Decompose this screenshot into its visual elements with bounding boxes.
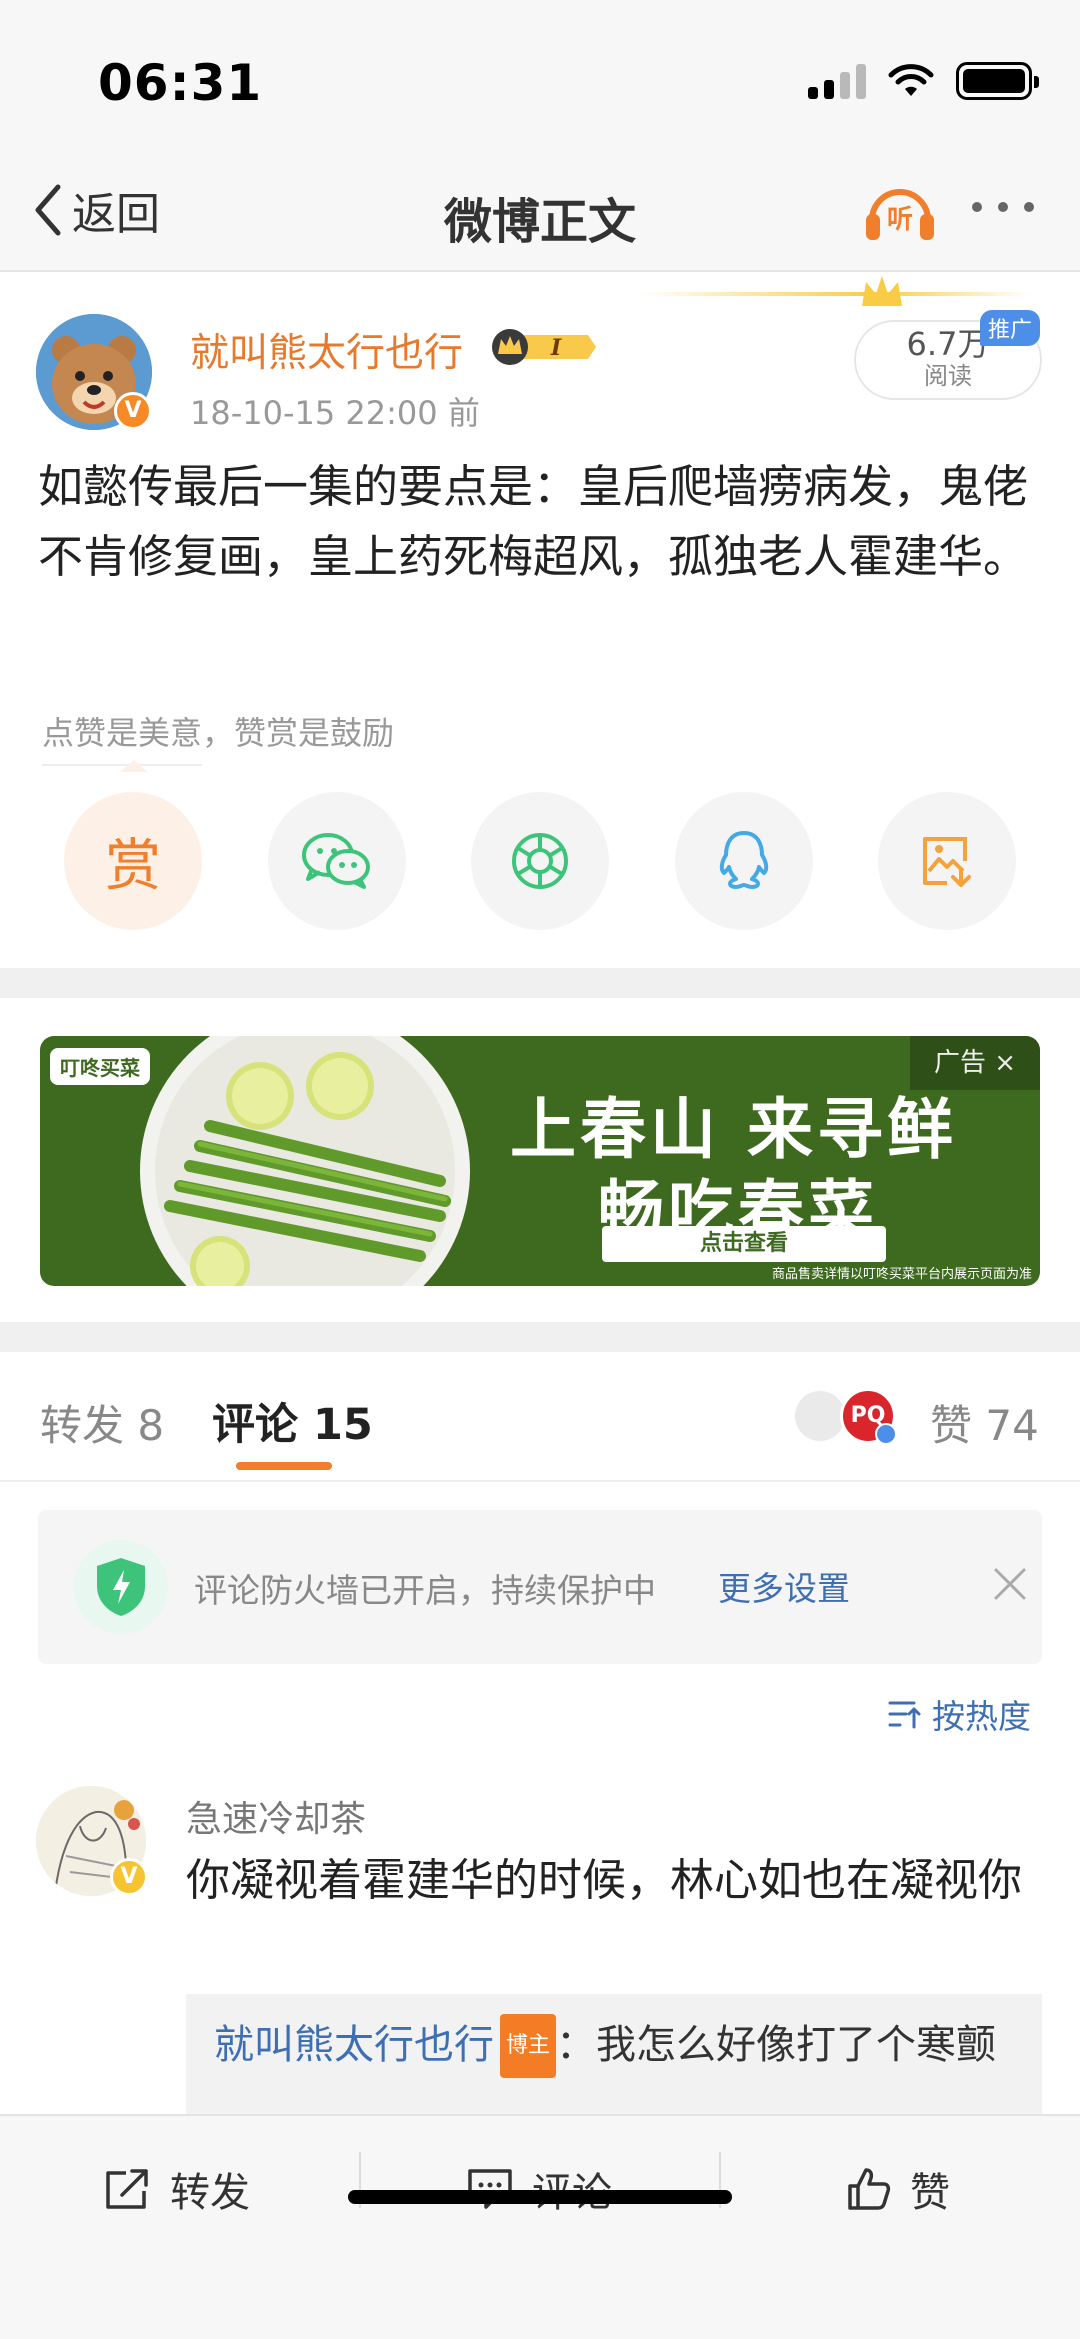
battery-icon <box>956 62 1039 100</box>
section-gap <box>0 968 1080 998</box>
wechat-icon <box>301 833 370 889</box>
reward-label: 赏 <box>105 833 161 899</box>
like-button[interactable]: 赞 <box>846 2160 950 2218</box>
more-options-button[interactable] <box>972 202 1034 212</box>
headphones-icon: 听 <box>866 189 934 240</box>
ad-close-button[interactable]: 广告 × <box>910 1036 1040 1090</box>
more-settings-link[interactable]: 更多设置 <box>718 1562 850 1610</box>
home-indicator <box>348 2190 732 2204</box>
repost-label: 转发 <box>170 2170 250 2216</box>
status-icons <box>808 62 1039 100</box>
share-qq-button[interactable] <box>674 792 813 930</box>
tab-repost[interactable]: 转发 8 <box>40 1392 164 1453</box>
ad-footnote: 商品售卖详情以叮咚买菜平台内展示页面为准 <box>771 1267 1032 1282</box>
commenter-name[interactable]: 急速冷却茶 <box>186 1790 366 1842</box>
sort-label: 按热度 <box>932 1697 1031 1736</box>
ad-section: 叮咚买菜 上春山 来寻鲜 畅吃春菜 点击查看 商品售卖详情以叮咚买菜平台内展示页… <box>0 998 1080 1322</box>
repost-button[interactable]: 转发 <box>104 2160 250 2218</box>
reply-line: 就叫熊太行也行 博主 ：我怎么好像打了个寒颤 <box>214 2014 1014 2078</box>
more-dot-icon <box>1024 202 1034 212</box>
share-row: 赏 <box>64 792 1016 930</box>
listen-button[interactable]: 听 <box>862 176 938 250</box>
commenter-verified-badge: V <box>110 1858 148 1896</box>
liker-avatar: PQ <box>840 1388 897 1445</box>
tab-comment[interactable]: 评论 15 <box>212 1390 373 1452</box>
reply-author[interactable]: 就叫熊太行也行 <box>214 2022 494 2068</box>
share-moments-button[interactable] <box>471 792 609 930</box>
post-body: 如懿传最后一集的要点是：皇后爬墙痨病发，鬼佬不肯修复画，皇上药死梅超风，孤独老人… <box>38 460 1029 583</box>
status-bar: 06:31 <box>0 0 1080 150</box>
sort-by-hot-button[interactable]: 按热度 <box>888 1690 1031 1738</box>
notice-text: 评论防火墙已开启，持续保护中 <box>194 1571 656 1610</box>
share-wechat-button[interactable] <box>267 792 406 930</box>
active-tab-indicator <box>236 1462 332 1470</box>
comment-firewall-notice: 评论防火墙已开启，持续保护中 更多设置 <box>38 1510 1042 1664</box>
section-gap <box>0 1322 1080 1352</box>
reward-button[interactable]: 赏 <box>64 792 202 930</box>
thumbs-up-icon <box>848 2168 891 2210</box>
shield-icon <box>74 1540 168 1634</box>
decoration-line <box>640 292 1030 296</box>
more-dot-icon <box>972 202 982 212</box>
ad-plate-image <box>140 1036 470 1286</box>
level-number: I <box>550 335 562 361</box>
tab-like[interactable]: 赞 74 <box>930 1392 1039 1453</box>
member-level-badge[interactable]: I <box>488 327 600 367</box>
asparagus-image <box>155 1036 455 1286</box>
hint-pointer <box>120 760 148 772</box>
listen-label: 听 <box>887 205 913 235</box>
save-image-button[interactable] <box>878 792 1016 930</box>
crown-level-icon: I <box>492 329 596 365</box>
nav-bar: 返回 微博正文 听 <box>0 150 1080 272</box>
reply-text: ：我怎么好像打了个寒颤 <box>556 2022 997 2068</box>
read-label: 阅读 <box>924 362 972 390</box>
shield-lightning-icon <box>97 1558 145 1616</box>
weibo-post: V 就叫熊太行也行 I 18-10-15 22:00 前 6.7万 阅读 推广 … <box>0 272 1080 968</box>
moments-icon <box>512 833 568 889</box>
comment-icon <box>468 2169 512 2209</box>
status-time: 06:31 <box>98 54 263 112</box>
close-icon <box>994 1568 1026 1600</box>
comment-button[interactable]: 评论 <box>466 2160 612 2218</box>
blogger-tag: 博主 <box>500 2014 557 2078</box>
comment-reply-preview[interactable]: 就叫熊太行也行 博主 ：我怎么好像打了个寒颤 <box>186 1994 1042 2114</box>
more-dot-icon <box>998 202 1008 212</box>
qq-icon <box>719 831 768 889</box>
verified-badge: V <box>114 392 152 430</box>
save-image-icon <box>923 837 971 887</box>
author-name[interactable]: 就叫熊太行也行 <box>190 322 463 378</box>
ad-cta-button[interactable]: 点击查看 <box>602 1226 886 1262</box>
interaction-tabs: 转发 8 评论 15 PQ 赞 74 <box>0 1352 1080 1482</box>
cellular-signal-icon <box>808 63 866 99</box>
ad-brand-logo: 叮咚买菜 <box>50 1048 150 1085</box>
like-label: 赞 <box>910 2170 950 2216</box>
reward-hint: 点赞是美意，赞赏是鼓励 <box>42 714 395 752</box>
promote-tag[interactable]: 推广 <box>980 310 1041 346</box>
comment-text: 你凝视着霍建华的时候，林心如也在凝视你 <box>186 1855 1022 1906</box>
notice-close-button[interactable] <box>992 1566 1028 1606</box>
crown-decoration-icon <box>862 276 902 306</box>
post-timestamp: 18-10-15 22:00 前 <box>190 394 480 432</box>
comment-label: 评论 <box>532 2160 612 2218</box>
ad-banner[interactable]: 叮咚买菜 上春山 来寻鲜 畅吃春菜 点击查看 商品售卖详情以叮咚买菜平台内展示页… <box>40 1036 1040 1286</box>
sort-icon <box>888 1701 921 1729</box>
wifi-icon <box>888 64 934 96</box>
bottom-action-bar: 转发 评论 赞 <box>0 2114 1080 2339</box>
liker-avatars[interactable]: PQ <box>792 1388 897 1445</box>
repost-icon <box>106 2169 148 2209</box>
